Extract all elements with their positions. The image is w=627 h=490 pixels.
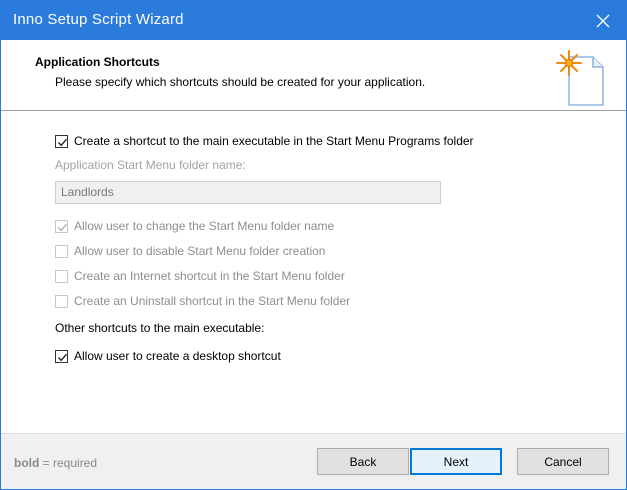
close-button[interactable] [580,1,626,40]
uninstall-shortcut-option[interactable]: Create an Uninstall shortcut in the Star… [55,292,350,310]
allow-disable-folder-label: Allow user to disable Start Menu folder … [74,244,326,258]
checkmark-icon [57,223,68,231]
page-title: Application Shortcuts [35,55,160,69]
window-title: Inno Setup Script Wizard [13,11,184,28]
back-button[interactable]: Back [317,448,409,475]
cancel-button[interactable]: Cancel [517,448,609,475]
next-button[interactable]: Next [410,448,502,475]
required-legend: bold = required [14,456,97,470]
allow-change-folder-label: Allow user to change the Start Menu fold… [74,219,335,233]
other-shortcuts-label: Other shortcuts to the main executable: [55,321,265,335]
folder-name-label: Application Start Menu folder name: [55,158,246,172]
page-header: Application Shortcuts Please specify whi… [1,40,626,110]
uninstall-shortcut-checkbox[interactable] [55,294,68,308]
start-menu-shortcut-checkbox[interactable] [55,134,68,148]
internet-shortcut-option[interactable]: Create an Internet shortcut in the Start… [55,267,345,285]
start-menu-shortcut-label: Create a shortcut to the main executable… [74,134,474,148]
desktop-shortcut-option[interactable]: Allow user to create a desktop shortcut [55,347,281,365]
new-document-sparkle-icon [556,50,604,106]
checkmark-icon [57,138,68,146]
close-icon [596,14,610,27]
page-subtitle: Please specify which shortcuts should be… [55,75,426,89]
footer-bar: bold = required Back Next Cancel [1,434,626,489]
title-bar[interactable]: Inno Setup Script Wizard [1,1,626,40]
internet-shortcut-label: Create an Internet shortcut in the Start… [74,269,345,283]
checkmark-icon [57,353,68,361]
wizard-window: Inno Setup Script Wizard Application Sho… [0,0,627,490]
allow-disable-folder-checkbox[interactable] [55,244,68,258]
desktop-shortcut-checkbox[interactable] [55,349,68,363]
allow-change-folder-option[interactable]: Allow user to change the Start Menu fold… [55,217,334,235]
legend-text: = required [39,456,98,470]
legend-bold-text: bold [14,456,40,470]
uninstall-shortcut-label: Create an Uninstall shortcut in the Star… [74,294,351,308]
start-menu-shortcut-option[interactable]: Create a shortcut to the main executable… [55,132,474,150]
allow-change-folder-checkbox[interactable] [55,219,68,233]
internet-shortcut-checkbox[interactable] [55,269,68,283]
allow-disable-folder-option[interactable]: Allow user to disable Start Menu folder … [55,242,325,260]
options-panel: Create a shortcut to the main executable… [1,111,626,433]
folder-name-field[interactable]: Landlords [55,181,441,204]
desktop-shortcut-label: Allow user to create a desktop shortcut [74,349,281,363]
